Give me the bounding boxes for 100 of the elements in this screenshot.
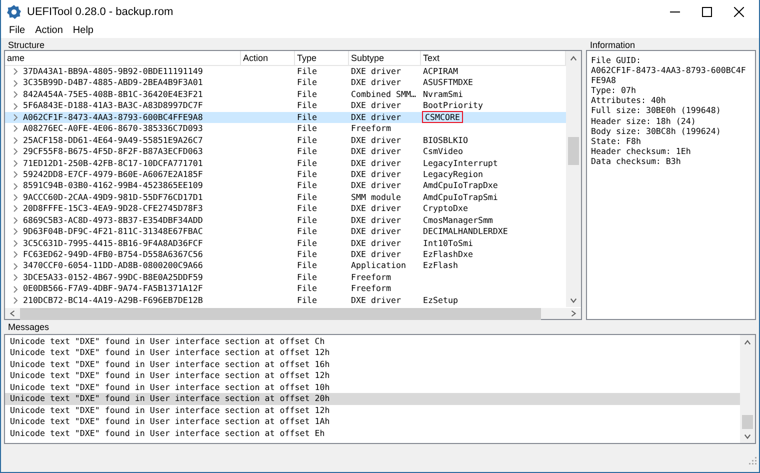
table-cell: File (297, 214, 317, 225)
scroll-down-icon[interactable] (744, 432, 751, 440)
table-cell: A08276EC-A0FE-4E06-8670-385336C7D093 (23, 123, 203, 135)
table-cell: Combined SMM… (351, 88, 416, 99)
scroll-up-icon[interactable] (744, 338, 751, 346)
message-row[interactable]: Unicode text "DXE" found in User interface section at offset 10h (5, 382, 740, 394)
table-cell: DXE driver (351, 77, 401, 88)
column-header[interactable]: Action (241, 51, 295, 65)
message-row[interactable]: Unicode text "DXE" found in User interface section at offset Eh (5, 428, 740, 439)
tree-row[interactable]: 3470CCF0-6054-11DD-AD8B-0800200C9A66 File Application EzFlash (5, 260, 566, 272)
table-cell: Int10ToSmi (423, 238, 473, 248)
table-cell: NvramSmi (423, 88, 463, 99)
scroll-up-icon[interactable] (570, 54, 578, 62)
table-cell: File (297, 180, 317, 190)
tree-row[interactable]: 3DCE5A33-0152-4B67-99DC-B8E0A25DDF59 File Freeform (5, 272, 566, 284)
horizontal-scrollbar[interactable] (5, 307, 581, 319)
tree-row[interactable]: 3C35B99D-D4B7-4885-ABD9-2BEA4B9F3A01 File DXE driver ASUSFTMDXE (5, 77, 566, 89)
table-cell: DXE driver (351, 134, 401, 145)
menu-item[interactable]: File (4, 24, 30, 38)
info-line: Attributes: 40h (591, 95, 667, 106)
table-cell: BIOSBLKIO (423, 134, 468, 145)
scroll-thumb[interactable] (568, 137, 579, 165)
column-header[interactable]: Subtype (349, 51, 421, 65)
table-cell: SMM module (351, 192, 401, 202)
table-cell: DXE driver (351, 168, 401, 179)
tree-row[interactable]: 8591C94B-03B0-4162-99B4-4523865EE109 File DXE driver AmdCpuIoTrapDxe (5, 180, 566, 192)
table-cell: BootPriority (423, 100, 483, 110)
table-cell: CsmVideo (423, 146, 463, 156)
table-cell: 29CF55F8-B675-4F5D-8F2F-B87A3ECFD063 (23, 146, 203, 158)
tree-row[interactable]: A062CF1F-8473-4AA3-8793-600BC4FFE9A8 File DXE driver CSMCORE (5, 112, 566, 124)
tree-row[interactable]: 25ACF158-DD61-4E64-9A49-55851E9A26C7 File DXE driver BIOSBLKIO (5, 134, 566, 146)
maximize-icon[interactable] (702, 7, 712, 17)
vertical-scrollbar[interactable] (740, 335, 755, 443)
message-row[interactable]: Unicode text "DXE" found in User interface section at offset 12h (5, 370, 740, 382)
table-cell: 71ED12D1-250B-42FB-8C17-10DCFA771701 (23, 158, 203, 169)
message-row[interactable]: Unicode text "DXE" found in User interface section at offset 1Ah (5, 416, 740, 428)
message-row[interactable]: Unicode text "DXE" found in User interface section at offset 20h (5, 393, 740, 405)
tree-row[interactable]: 6869C5B3-AC8D-4973-8B37-E354DBF34ADD File DXE driver CmosManagerSmm (5, 214, 566, 226)
tree-row[interactable]: 210DCB72-BC14-4A19-A29B-F696EB7DE12B File DXE driver EzSetup (5, 294, 566, 306)
table-cell: File (297, 249, 317, 259)
table-cell: 842A454A-75E5-408B-8B1C-36420E4E3F21 (23, 88, 203, 100)
column-header[interactable]: Type (295, 51, 349, 65)
tree-row[interactable]: 71ED12D1-250B-42FB-8C17-10DCFA771701 File DXE driver LegacyInterrupt (5, 158, 566, 169)
tree-row[interactable]: 20D8FFFE-15C3-4EA9-9D28-CFE2745D78F3 File DXE driver CryptoDxe (5, 203, 566, 215)
table-cell: AmdCpuIoTrapSmi (423, 192, 498, 202)
message-row[interactable]: Unicode text "DXE" found in User interface section at offset 12h (5, 404, 740, 416)
scroll-right-icon[interactable] (570, 310, 577, 317)
table-cell: File (297, 134, 317, 145)
vertical-scrollbar[interactable] (566, 51, 581, 307)
tree-row[interactable]: 9D63F04B-DF9C-4F21-811C-31348E67FBAC File DXE driver DECIMALHANDLERDXE (5, 226, 566, 238)
table-cell: DXE driver (351, 66, 401, 76)
tree-row[interactable]: 5F6A843E-D188-41A3-BA3C-A83D8997DC7F File DXE driver BootPriority (5, 100, 566, 112)
menu-item[interactable]: Help (68, 24, 98, 38)
table-cell: EzFlash (423, 260, 458, 270)
table-cell: DXE driver (351, 180, 401, 190)
info-line: Body size: 30BC8h (199624) (591, 126, 722, 136)
scroll-thumb[interactable] (742, 415, 753, 429)
info-line: A062CF1F-8473-4AA3-8793-600BC4F (591, 65, 747, 76)
table-cell: File (297, 77, 317, 88)
info-line: Header checksum: 1Eh (591, 146, 692, 156)
table-cell: File (297, 272, 317, 282)
table-cell: Freeform (351, 283, 391, 294)
table-cell: EzSetup (423, 294, 458, 305)
window-title: UEFITool 0.28.0 - backup.rom (27, 4, 174, 20)
tree-row[interactable]: 0E0DB566-F7A9-4DBF-9A74-FA5B1371A12F File Freeform (5, 283, 566, 295)
tree-row[interactable]: 37DA43A1-BB9A-4805-9B92-0BDE11191149 File DXE driver ACPIRAM (5, 66, 566, 78)
table-cell: Freeform (351, 272, 391, 282)
table-cell: File (297, 238, 317, 248)
message-row[interactable]: Unicode text "DXE" found in User interface section at offset 16h (5, 358, 740, 370)
table-cell: File (297, 168, 317, 179)
table-cell: 20D8FFFE-15C3-4EA9-9D28-CFE2745D78F3 (23, 203, 203, 215)
tree-row[interactable]: FC63ED62-949D-4FB0-B754-D558A6367C56 File DXE driver EzFlashDxe (5, 249, 566, 260)
message-row[interactable]: Unicode text "DXE" found in User interface section at offset Ch (5, 336, 740, 348)
scroll-down-icon[interactable] (570, 296, 578, 304)
table-cell: 6869C5B3-AC8D-4973-8B37-E354DBF34ADD (23, 214, 203, 226)
tree-row[interactable]: 3C5C631D-7995-4415-8B16-9F4A8AD36FCF File DXE driver Int10ToSmi (5, 238, 566, 249)
table-cell: DXE driver (351, 112, 401, 122)
table-cell: DXE driver (351, 100, 401, 110)
scroll-left-icon[interactable] (9, 310, 16, 317)
group-title: Information (589, 40, 636, 50)
table-cell: 210DCB72-BC14-4A19-A29B-F696EB7DE12B (23, 294, 203, 306)
tree-row[interactable]: 842A454A-75E5-408B-8B1C-36420E4E3F21 File Combined SMM… NvramSmi (5, 88, 566, 100)
info-line: State: F8h (591, 136, 642, 146)
message-row[interactable]: Unicode text "DXE" found in User interface section at offset 12h (5, 347, 740, 359)
info-line: FE9A8 (591, 75, 617, 86)
table-cell: DECIMALHANDLERDXE (423, 226, 508, 236)
tree-row[interactable]: 59242DD8-E7CF-4979-B60E-A6067E2A185F File DXE driver LegacyRegion (5, 168, 566, 180)
table-cell: 9D63F04B-DF9C-4F21-811C-31348E67FBAC (23, 226, 203, 238)
table-cell: File (297, 283, 317, 294)
table-cell: 5F6A843E-D188-41A3-BA3C-A83D8997DC7F (23, 100, 203, 112)
column-header[interactable]: ame (5, 51, 241, 65)
table-cell: DXE driver (351, 158, 401, 168)
table-cell: File (297, 294, 317, 305)
tree-row[interactable]: 9ACCC60D-2CAA-49D9-981D-55DF76CD17D1 File SMM module AmdCpuIoTrapSmi (5, 192, 566, 204)
menu-item[interactable]: Action (30, 24, 68, 38)
tree-row[interactable]: 29CF55F8-B675-4F5D-8F2F-B87A3ECFD063 File DXE driver CsmVideo (5, 146, 566, 158)
tree-row[interactable]: A08276EC-A0FE-4E06-8670-385336C7D093 File Freeform (5, 123, 566, 135)
close-icon[interactable] (734, 7, 744, 17)
resize-grip-icon[interactable] (749, 457, 757, 465)
table-cell: 0E0DB566-F7A9-4DBF-9A74-FA5B1371A12F (23, 283, 203, 295)
